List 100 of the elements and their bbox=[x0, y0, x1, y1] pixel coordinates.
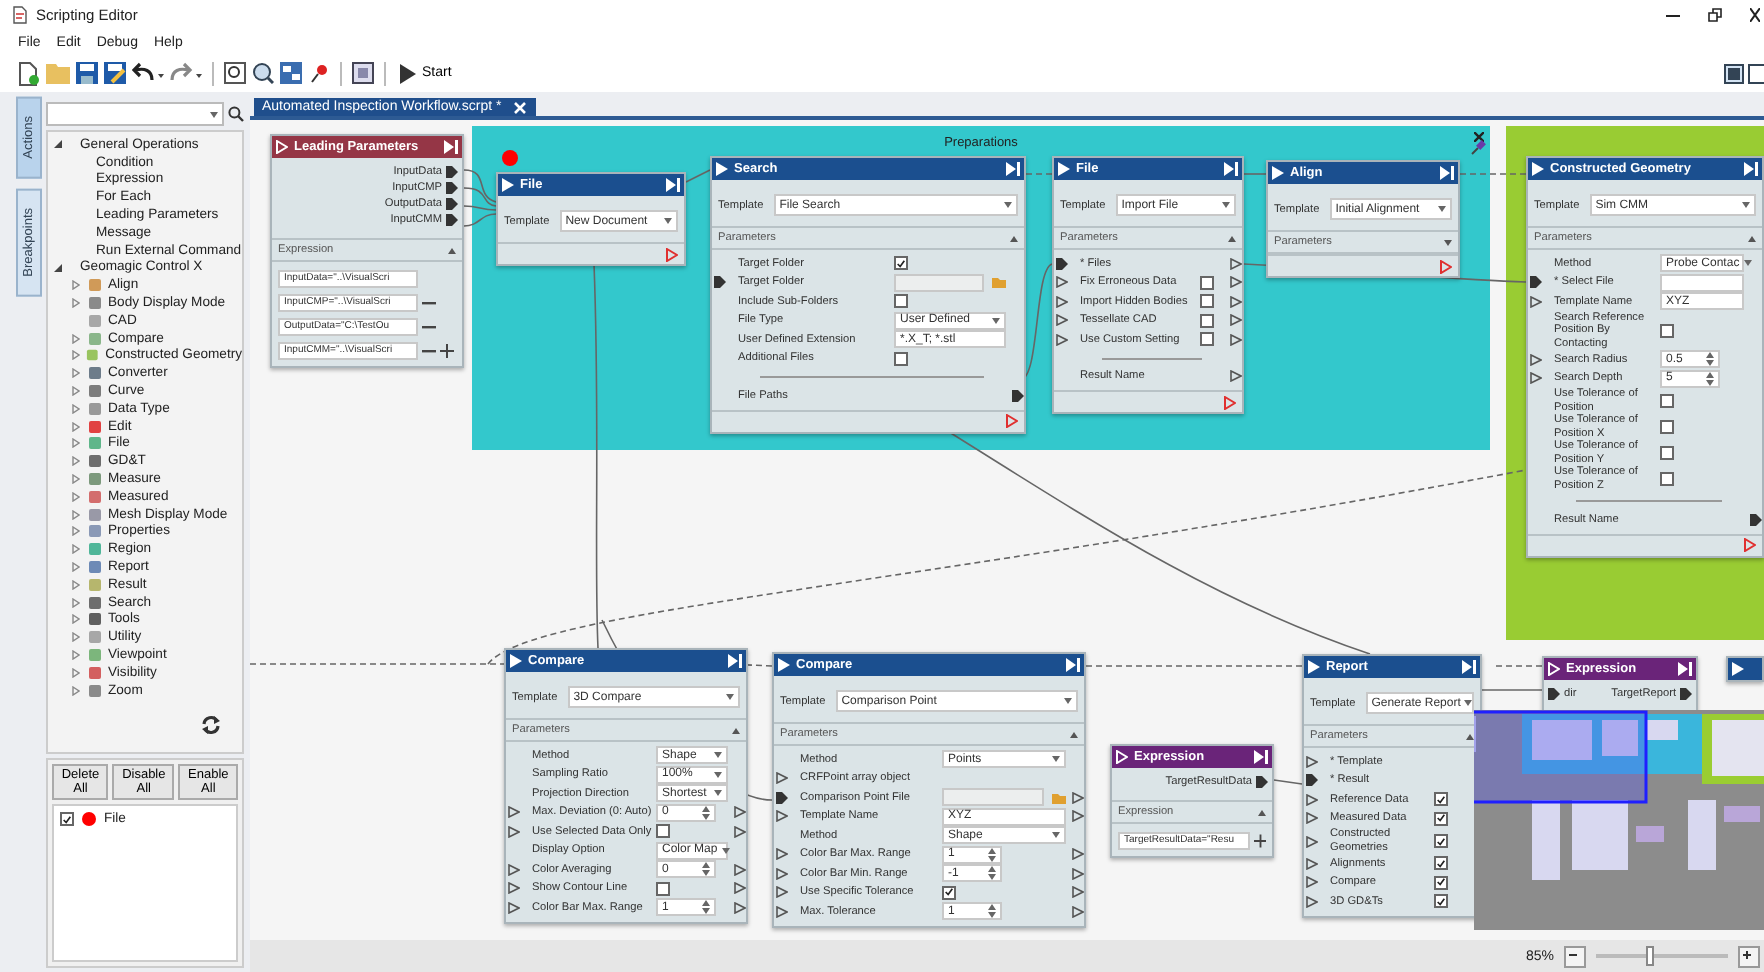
remove-icon[interactable] bbox=[422, 299, 436, 305]
collapse-icon[interactable] bbox=[1258, 809, 1266, 815]
expand-icon[interactable] bbox=[1444, 239, 1452, 245]
checkbox[interactable] bbox=[1660, 420, 1674, 434]
output-port-icon[interactable] bbox=[446, 182, 458, 194]
refresh-icon[interactable] bbox=[200, 714, 222, 736]
output-port-icon[interactable] bbox=[1680, 688, 1692, 700]
output-port-icon[interactable] bbox=[733, 863, 745, 876]
play-icon[interactable] bbox=[1272, 166, 1284, 180]
output-port-icon[interactable] bbox=[1066, 658, 1080, 672]
expand-icon[interactable] bbox=[72, 597, 80, 608]
breakpoint-marker[interactable] bbox=[502, 150, 518, 166]
expand-icon[interactable] bbox=[72, 474, 80, 485]
input-port-icon[interactable] bbox=[775, 772, 787, 785]
play-icon[interactable] bbox=[1548, 662, 1560, 676]
zoom-icon[interactable] bbox=[252, 62, 274, 84]
add-icon[interactable] bbox=[440, 343, 454, 357]
output-port-icon[interactable] bbox=[733, 825, 745, 838]
triangle-port-icon[interactable] bbox=[1440, 259, 1452, 273]
checkbox[interactable] bbox=[942, 885, 956, 900]
output-port-icon[interactable] bbox=[1229, 295, 1241, 308]
output-port-icon[interactable] bbox=[1071, 791, 1083, 804]
input-port-icon[interactable] bbox=[775, 867, 787, 880]
collapse-icon[interactable] bbox=[448, 247, 456, 253]
input-port-icon[interactable] bbox=[507, 806, 519, 819]
output-port-icon[interactable] bbox=[1224, 162, 1238, 176]
expand-icon[interactable] bbox=[72, 667, 80, 678]
input-port-icon[interactable] bbox=[775, 905, 787, 918]
spinner-icon[interactable] bbox=[988, 866, 996, 881]
pin-icon[interactable] bbox=[1470, 140, 1486, 156]
collapse-icon[interactable] bbox=[54, 263, 62, 272]
new-file-icon[interactable] bbox=[18, 61, 40, 85]
restore-icon[interactable] bbox=[1708, 8, 1722, 22]
frame-icon[interactable] bbox=[352, 62, 374, 84]
expand-icon[interactable] bbox=[72, 456, 80, 467]
search-icon[interactable] bbox=[228, 106, 244, 122]
output-port-icon[interactable] bbox=[444, 140, 458, 154]
minimap-drawing[interactable] bbox=[1474, 710, 1764, 930]
expand-icon[interactable] bbox=[72, 368, 80, 379]
play-icon[interactable] bbox=[1532, 162, 1544, 176]
output-port-icon[interactable] bbox=[1229, 333, 1241, 346]
play-icon[interactable] bbox=[716, 162, 728, 176]
output-port-icon[interactable] bbox=[1071, 867, 1083, 880]
zoom-slider-thumb[interactable] bbox=[1645, 946, 1654, 966]
spinner-icon[interactable] bbox=[702, 862, 710, 877]
checkbox[interactable] bbox=[1660, 472, 1674, 486]
expand-icon[interactable] bbox=[72, 298, 80, 309]
collapse-icon[interactable] bbox=[1748, 235, 1756, 241]
output-port-icon[interactable] bbox=[1006, 162, 1020, 176]
checkbox[interactable] bbox=[1660, 323, 1674, 338]
output-port-icon[interactable] bbox=[1256, 776, 1268, 788]
output-port-icon[interactable] bbox=[1071, 848, 1083, 861]
layout-icon[interactable] bbox=[280, 62, 302, 84]
expand-icon[interactable] bbox=[72, 280, 80, 291]
close-icon[interactable] bbox=[1750, 8, 1760, 22]
node-panel[interactable] bbox=[504, 648, 748, 923]
file-path-field[interactable] bbox=[942, 788, 1044, 807]
output-port-icon[interactable] bbox=[666, 178, 680, 192]
input-port-icon[interactable] bbox=[507, 825, 519, 838]
collapse-icon[interactable] bbox=[1466, 733, 1474, 739]
checkbox[interactable] bbox=[1200, 332, 1214, 347]
checkbox[interactable] bbox=[1660, 446, 1674, 460]
checkbox[interactable] bbox=[894, 351, 908, 366]
output-port-icon[interactable] bbox=[1229, 257, 1241, 270]
output-port-icon[interactable] bbox=[1229, 314, 1241, 327]
zoom-in-button[interactable] bbox=[1738, 945, 1760, 967]
undo-icon[interactable] bbox=[132, 62, 164, 84]
checkbox[interactable] bbox=[1434, 894, 1448, 909]
play-icon[interactable] bbox=[276, 140, 288, 154]
triangle-port-icon[interactable] bbox=[1006, 414, 1018, 428]
output-port-icon[interactable] bbox=[1229, 370, 1241, 383]
input-port-icon[interactable] bbox=[1305, 774, 1317, 787]
spinner-icon[interactable] bbox=[988, 847, 996, 862]
checkbox[interactable] bbox=[1434, 875, 1448, 890]
output-port-icon[interactable] bbox=[1071, 810, 1083, 823]
input-port-icon[interactable] bbox=[1529, 372, 1541, 385]
checkbox[interactable] bbox=[1200, 275, 1214, 290]
input-port-icon[interactable] bbox=[775, 886, 787, 899]
triangle-port-icon[interactable] bbox=[666, 247, 678, 261]
input-port-icon[interactable] bbox=[713, 276, 725, 289]
search-field[interactable] bbox=[46, 102, 224, 126]
group-frame[interactable] bbox=[472, 126, 1490, 450]
input-port-icon[interactable] bbox=[775, 791, 787, 804]
input-port-icon[interactable] bbox=[1548, 688, 1560, 700]
spinner-icon[interactable] bbox=[702, 805, 710, 820]
output-port-icon[interactable] bbox=[1749, 513, 1761, 526]
spinner-icon[interactable] bbox=[988, 904, 996, 919]
output-port-icon[interactable] bbox=[733, 806, 745, 819]
add-icon[interactable] bbox=[1253, 833, 1266, 847]
input-port-icon[interactable] bbox=[1305, 876, 1317, 889]
collapse-icon[interactable] bbox=[1228, 235, 1236, 241]
output-port-icon[interactable] bbox=[1744, 162, 1758, 176]
node-panel[interactable] bbox=[1526, 156, 1764, 557]
expand-icon[interactable] bbox=[72, 421, 80, 432]
zoom-out-button[interactable] bbox=[1564, 945, 1586, 967]
play-icon[interactable] bbox=[510, 654, 522, 668]
output-port-icon[interactable] bbox=[446, 198, 458, 210]
input-port-icon[interactable] bbox=[775, 810, 787, 823]
expand-icon[interactable] bbox=[72, 491, 80, 502]
expand-icon[interactable] bbox=[72, 650, 80, 660]
